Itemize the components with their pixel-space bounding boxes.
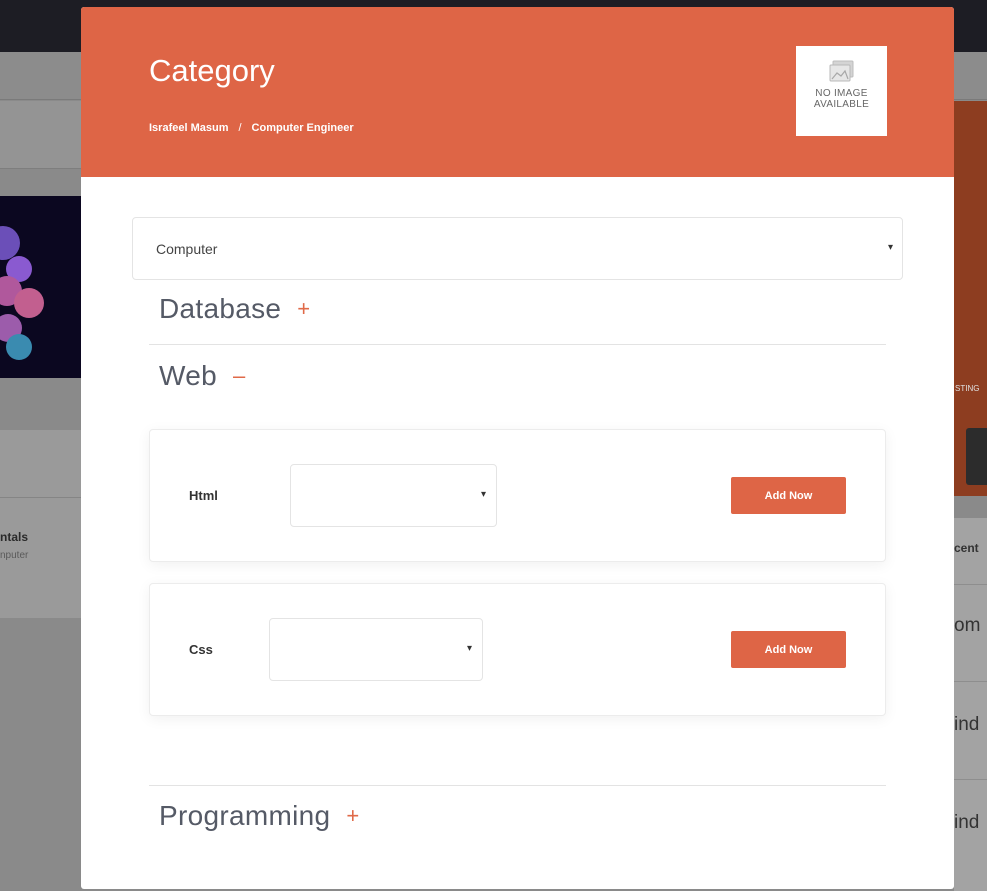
- bg-recent-item: ind: [954, 779, 987, 879]
- breadcrumb: Israfeel Masum / Computer Engineer: [149, 122, 354, 134]
- html-level-select[interactable]: ▾: [290, 464, 497, 527]
- no-image-line1: NO IMAGE: [815, 88, 868, 99]
- add-now-button[interactable]: Add Now: [731, 631, 846, 668]
- bg-recent-item: om: [954, 584, 987, 681]
- section-programming-header[interactable]: Programming +: [159, 800, 360, 832]
- bg-course-title: ntals: [0, 530, 29, 544]
- image-placeholder-icon: [829, 60, 853, 82]
- bg-right-banner-button: [966, 428, 987, 485]
- item-label: Html: [189, 488, 218, 503]
- bg-course-thumbnail: [0, 196, 81, 378]
- category-modal: Category Israfeel Masum / Computer Enginee…: [81, 7, 954, 889]
- breadcrumb-role[interactable]: Computer Engineer: [252, 122, 354, 134]
- expand-plus-icon[interactable]: +: [346, 803, 359, 829]
- avatar: NO IMAGE AVAILABLE: [796, 46, 887, 136]
- section-divider: [149, 785, 886, 786]
- chevron-down-icon: ▾: [467, 643, 473, 654]
- page-title: Category: [149, 53, 275, 88]
- web-item-card-css: Css ▾ Add Now: [149, 583, 886, 716]
- bg-recent-heading: cent: [954, 541, 979, 555]
- item-label: Css: [189, 642, 213, 657]
- web-item-card-html: Html ▾ Add Now: [149, 429, 886, 562]
- no-image-line2: AVAILABLE: [813, 99, 870, 110]
- chevron-down-icon: ▾: [888, 242, 894, 253]
- section-divider: [149, 344, 886, 345]
- breadcrumb-user-name[interactable]: Israfeel Masum: [149, 122, 228, 134]
- add-now-button[interactable]: Add Now: [731, 477, 846, 514]
- expand-plus-icon[interactable]: +: [297, 296, 310, 322]
- category-select[interactable]: Computer ▾: [132, 217, 903, 280]
- category-select-value: Computer: [156, 241, 218, 257]
- section-web-header[interactable]: Web –: [159, 360, 246, 392]
- section-title: Database: [159, 293, 282, 324]
- section-title: Web: [159, 360, 217, 391]
- section-title: Programming: [159, 800, 331, 831]
- chevron-down-icon: ▾: [481, 489, 487, 500]
- section-database-header[interactable]: Database +: [159, 293, 310, 325]
- collapse-minus-icon[interactable]: –: [233, 363, 246, 389]
- breadcrumb-separator: /: [238, 122, 242, 134]
- bg-course-subtitle: nputer: [0, 550, 29, 561]
- bg-recent-item: ind: [954, 681, 987, 779]
- modal-header: Category Israfeel Masum / Computer Enginee…: [81, 7, 954, 177]
- bg-right-banner-label: STING: [955, 384, 980, 393]
- css-level-select[interactable]: ▾: [269, 618, 483, 681]
- bg-course-card: [0, 430, 81, 618]
